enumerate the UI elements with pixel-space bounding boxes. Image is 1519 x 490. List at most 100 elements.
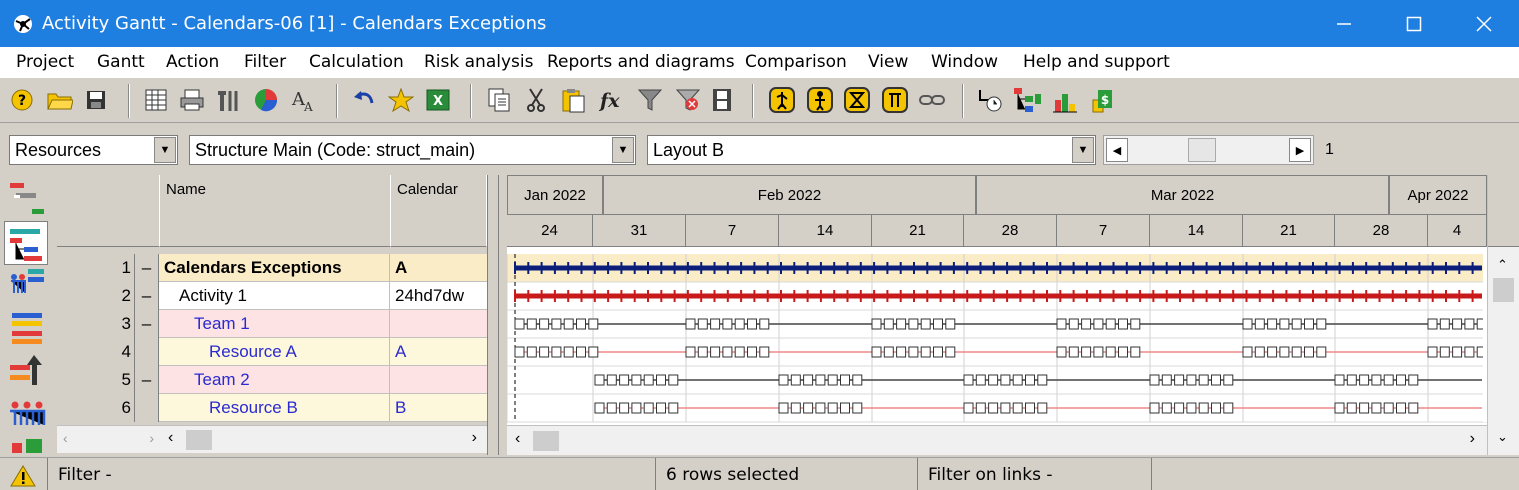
timer-tool-icon[interactable]: [976, 86, 1004, 114]
page-scrollbar[interactable]: ◀ ▶: [1103, 135, 1314, 165]
scroll-left-icon[interactable]: ‹: [168, 429, 173, 447]
resource-bars-icon[interactable]: [8, 309, 46, 347]
activity-gantt-view-button[interactable]: [4, 221, 48, 265]
scroll-left-icon[interactable]: ◀: [1106, 138, 1128, 162]
scroll-right-icon[interactable]: ›: [1470, 430, 1475, 448]
gantt-horizontal-scrollbar[interactable]: ‹ ›: [507, 425, 1487, 455]
menu-calculation[interactable]: Calculation: [309, 52, 404, 72]
number-column-scrollbar[interactable]: ‹ ›: [57, 425, 160, 453]
row-calendar[interactable]: B: [391, 394, 487, 422]
view-select[interactable]: Resources ▼: [9, 135, 178, 165]
row-name[interactable]: Calendars Exceptions: [160, 254, 390, 282]
gantt-bars-area[interactable]: [507, 247, 1487, 425]
page-scroll-thumb[interactable]: [1188, 138, 1216, 162]
collapse-toggle[interactable]: [135, 338, 159, 366]
resource-sign-4-icon[interactable]: [881, 86, 909, 114]
row-calendar[interactable]: A: [391, 338, 487, 366]
menu-window[interactable]: Window: [931, 52, 998, 72]
columns-icon[interactable]: [142, 86, 170, 114]
table-row[interactable]: 1 – Calendars Exceptions A: [57, 254, 487, 282]
resource-sign-3-icon[interactable]: [843, 86, 871, 114]
row-number-header[interactable]: [57, 175, 160, 247]
help-icon[interactable]: ?: [8, 86, 36, 114]
row-calendar[interactable]: A: [391, 254, 487, 282]
table-row[interactable]: 5 – Team 2: [57, 366, 487, 394]
calendar-column-header[interactable]: Calendar: [391, 175, 487, 247]
table-row[interactable]: 2 – Activity 1 24hd7dw: [57, 282, 487, 310]
undo-icon[interactable]: [350, 86, 378, 114]
font-size-icon[interactable]: AA: [290, 86, 318, 114]
collapse-toggle[interactable]: [135, 394, 159, 422]
formula-icon[interactable]: fx: [596, 86, 624, 114]
filter-icon[interactable]: [636, 86, 664, 114]
row-calendar[interactable]: [391, 366, 487, 394]
table-row[interactable]: 6 Resource B B: [57, 394, 487, 422]
favorite-star-icon[interactable]: [387, 86, 415, 114]
menu-risk-analysis[interactable]: Risk analysis: [424, 52, 533, 72]
table-row[interactable]: 3 – Team 1: [57, 310, 487, 338]
film-strip-icon[interactable]: [708, 86, 736, 114]
team-members-icon[interactable]: [8, 395, 46, 433]
structure-select[interactable]: Structure Main (Code: struct_main) ▼: [189, 135, 636, 165]
close-button[interactable]: [1449, 0, 1519, 47]
row-name[interactable]: Resource B: [160, 394, 390, 422]
menu-gantt[interactable]: Gantt: [97, 52, 145, 72]
row-calendar[interactable]: [391, 310, 487, 338]
row-name[interactable]: Resource A: [160, 338, 390, 366]
row-name[interactable]: Team 1: [160, 310, 390, 338]
gantt-scroll-thumb[interactable]: [533, 431, 559, 451]
clear-filter-icon[interactable]: [674, 86, 702, 114]
scroll-right-icon[interactable]: ▶: [1289, 138, 1311, 162]
scroll-left-icon[interactable]: ‹: [515, 430, 520, 448]
resource-sign-1-icon[interactable]: [768, 86, 796, 114]
resource-gantt-icon[interactable]: [8, 267, 46, 305]
resource-sign-2-icon[interactable]: [806, 86, 834, 114]
row-name[interactable]: Activity 1: [160, 282, 390, 310]
menu-project[interactable]: Project: [16, 52, 74, 72]
paste-icon[interactable]: [559, 86, 587, 114]
pane-splitter[interactable]: [487, 175, 499, 455]
menu-reports-and-diagrams[interactable]: Reports and diagrams: [547, 52, 735, 72]
resource-histogram-icon[interactable]: [1051, 86, 1079, 114]
scroll-right-icon[interactable]: ›: [472, 429, 477, 447]
chevron-down-icon[interactable]: ▼: [612, 137, 634, 163]
maximize-button[interactable]: [1379, 0, 1449, 47]
vertical-scroll-thumb[interactable]: [1493, 278, 1514, 302]
chevron-down-icon[interactable]: ▼: [1072, 137, 1094, 163]
row-calendar[interactable]: 24hd7dw: [391, 282, 487, 310]
collapse-toggle[interactable]: –: [135, 366, 159, 394]
menu-action[interactable]: Action: [166, 52, 219, 72]
cost-icon[interactable]: $: [1090, 86, 1118, 114]
save-icon[interactable]: [82, 86, 110, 114]
table-scroll-thumb[interactable]: [186, 430, 212, 450]
copy-icon[interactable]: [485, 86, 513, 114]
resource-tree-icon[interactable]: [1013, 86, 1041, 114]
vertical-scrollbar[interactable]: ⌃ ⌄: [1487, 175, 1519, 455]
layout-select[interactable]: Layout B ▼: [647, 135, 1096, 165]
pie-chart-icon[interactable]: [252, 86, 280, 114]
collapse-toggle[interactable]: –: [135, 310, 159, 338]
resource-pointer-icon[interactable]: [8, 351, 46, 389]
warning-icon[interactable]: [0, 458, 48, 490]
link-icon[interactable]: [918, 86, 946, 114]
menu-help-and-support[interactable]: Help and support: [1023, 52, 1170, 72]
tools-icon[interactable]: [214, 86, 242, 114]
chevron-down-icon[interactable]: ▼: [154, 137, 176, 163]
table-horizontal-scrollbar[interactable]: ‹ ›: [160, 425, 487, 453]
name-column-header[interactable]: Name: [160, 175, 391, 247]
excel-export-icon[interactable]: X: [424, 86, 452, 114]
table-row[interactable]: 4 Resource A A: [57, 338, 487, 366]
print-icon[interactable]: [178, 86, 206, 114]
minimize-button[interactable]: [1309, 0, 1379, 47]
gantt-links-icon[interactable]: [8, 179, 46, 217]
cut-icon[interactable]: [522, 86, 550, 114]
open-folder-icon[interactable]: [46, 86, 74, 114]
menu-comparison[interactable]: Comparison: [745, 52, 847, 72]
scroll-down-icon[interactable]: ⌄: [1497, 429, 1508, 445]
collapse-toggle[interactable]: –: [135, 282, 159, 310]
collapse-toggle[interactable]: –: [135, 254, 159, 282]
row-name[interactable]: Team 2: [160, 366, 390, 394]
scroll-left-icon[interactable]: ‹: [63, 430, 68, 446]
menu-filter[interactable]: Filter: [244, 52, 286, 72]
menu-view[interactable]: View: [868, 52, 908, 72]
